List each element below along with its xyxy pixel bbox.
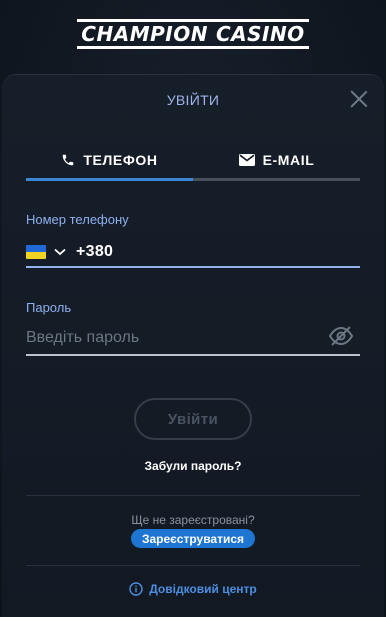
login-button[interactable]: Увійти [134, 398, 252, 440]
phone-underline [26, 266, 360, 268]
phone-prefix: +380 [76, 243, 114, 260]
close-icon[interactable] [350, 90, 368, 108]
divider [26, 565, 360, 566]
password-input[interactable] [26, 327, 316, 349]
forgot-password-link[interactable]: Забули пароль? [2, 459, 384, 473]
password-label: Пароль [26, 300, 72, 315]
tab-phone-label: ТЕЛЕФОН [83, 152, 158, 168]
info-icon [129, 582, 143, 596]
brand-logo[interactable]: CHAMPION CASINO [0, 16, 386, 52]
login-method-tabs: ТЕЛЕФОН E-MAIL [26, 139, 360, 181]
eye-hidden-icon[interactable] [328, 325, 354, 347]
phone-label: Номер телефону [26, 212, 129, 227]
help-center-link[interactable]: Довідковий центр [2, 582, 384, 596]
chevron-down-icon[interactable] [54, 248, 66, 256]
tab-phone[interactable]: ТЕЛЕФОН [26, 139, 193, 181]
logo-text-first: CHAMPION [77, 19, 212, 49]
modal-title: УВІЙТИ [166, 92, 220, 108]
password-underline [26, 354, 360, 356]
tab-email-label: E-MAIL [262, 152, 315, 168]
phone-field[interactable]: +380 [26, 238, 360, 266]
envelope-icon [238, 154, 255, 166]
logo-text-second: CASINO [211, 19, 309, 49]
divider [26, 495, 360, 496]
register-button[interactable]: Зареєструватися [131, 529, 255, 548]
tab-email[interactable]: E-MAIL [193, 139, 360, 181]
tab-phone-underline [26, 178, 193, 181]
tab-email-underline [193, 178, 360, 181]
ukraine-flag-icon[interactable] [26, 245, 46, 259]
login-modal: УВІЙТИ ТЕЛЕФОН E-MAIL Номер телефону +38… [2, 74, 384, 617]
help-center-label: Довідковий центр [149, 582, 257, 596]
not-registered-text: Ще не зареєстровані? [131, 513, 255, 527]
phone-icon [63, 154, 74, 166]
